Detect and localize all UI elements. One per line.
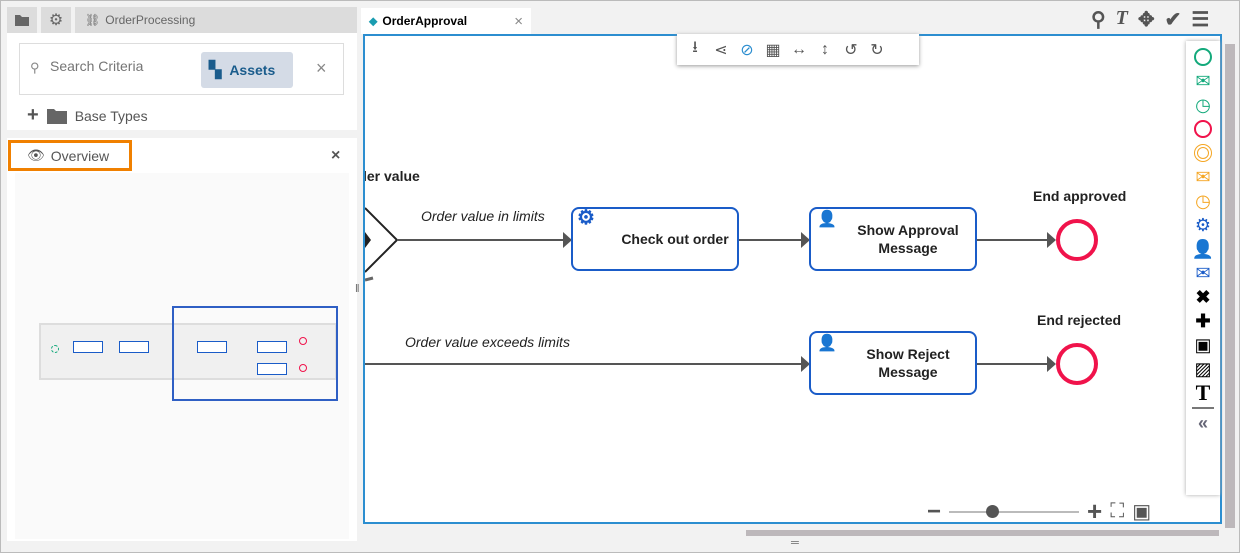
folder-tab[interactable] [7,7,37,33]
user-icon: 👤 [817,335,837,352]
timer-intermediate-event-icon[interactable]: ◷ [1191,189,1215,213]
collapse-icon[interactable]: « [1191,411,1215,435]
hide-icon[interactable]: ⊘ [737,40,757,60]
task-show-reject[interactable]: 👤 Show Reject Message [809,331,977,395]
search-input[interactable] [50,58,210,74]
end-event-rejected[interactable] [1056,343,1098,385]
message-start-event-icon[interactable]: ✉ [1191,69,1215,93]
expand-icon[interactable]: + [27,104,39,127]
text-icon[interactable]: T [1116,7,1128,32]
assets-icon: ▚ [209,62,222,79]
assets-button[interactable]: ▚ Assets [201,52,293,88]
zoom-controls: − + ⛶ ▣ [927,496,1151,523]
viewport-rect[interactable] [172,306,338,401]
end-event-label: End approved [1033,188,1127,204]
zoom-in-button[interactable]: + [1087,496,1102,522]
bottom-splitter-handle[interactable]: ═ [791,537,799,549]
parallel-gateway-icon[interactable]: ✚ [1191,309,1215,333]
close-overview-button[interactable]: × [331,147,340,165]
image-icon[interactable]: ▨ [1191,357,1215,381]
share-icon[interactable]: ⋖ [711,40,731,60]
horizontal-scrollbar-thumb[interactable] [746,530,1219,536]
flow-label: Order value in limits [421,208,545,224]
zoom-slider[interactable] [949,504,1080,518]
flow-lines [365,207,1056,372]
fit-width-icon[interactable]: ↔ [789,41,809,59]
clear-search-button[interactable]: × [316,58,327,79]
exclusive-gateway-icon[interactable]: ✖ [1191,285,1215,309]
fullscreen-icon[interactable]: ⛶ [1110,500,1124,522]
overview-minimap [15,173,349,539]
search-box: ⚲ × [19,43,344,95]
zoom-out-button[interactable]: − [927,498,941,523]
splitter-handle[interactable]: ‖ [355,283,360,295]
fit-height-icon[interactable]: ↕ [815,41,835,59]
timer-start-event-icon[interactable]: ◷ [1191,93,1215,117]
move-icon[interactable]: ✥ [1138,7,1155,32]
folder-icon [46,108,67,124]
end-event-icon[interactable] [1191,117,1215,141]
user-icon: 👤 [817,211,837,228]
fit-icon[interactable]: ▣ [1132,499,1151,522]
list-icon[interactable]: ☰ [1191,7,1209,32]
overview-header: 👁 Overview [8,140,132,171]
text-icon[interactable]: T [1191,380,1215,405]
start-event-icon[interactable] [1191,45,1215,69]
process-icon: ⛓ [85,13,101,27]
gateway-marker [365,232,371,248]
tab-order-approval[interactable]: ⬥ OrderApproval × [361,8,531,34]
message-task-icon[interactable]: ✉ [1191,261,1215,285]
service-task-icon[interactable]: ⚙ [1191,213,1215,237]
diagram-toolbar: ⭳ ⋖ ⊘ ▦ ↔ ↕ ↺ ↻ [677,34,919,65]
contact-image-icon[interactable]: ▣ [1191,333,1215,357]
zoom-slider-knob[interactable] [985,504,999,518]
search-icon[interactable]: ⚲ [1091,7,1106,32]
task-show-approval[interactable]: 👤 Show Approval Message [809,207,977,271]
diagram-canvas[interactable]: ler value Order value in limits Order va… [363,34,1222,524]
folder-icon [15,15,29,26]
undo-icon[interactable]: ↺ [841,40,861,60]
end-event-label: End rejected [1037,312,1122,328]
gear-icon: ⚙ [577,207,595,229]
layout-icon[interactable]: ▦ [763,40,783,60]
end-event-approved[interactable] [1056,219,1098,261]
settings-tab[interactable]: ⚙ [41,7,71,33]
element-palette: ✉ ◷ ✉ ◷ ⚙ 👤 ✉ ✖ ✚ ▣ ▨ T « [1186,41,1220,495]
task-check-out-order[interactable]: ⚙ Check out order [571,207,739,271]
project-tab[interactable]: ⛓ OrderProcessing [75,7,357,33]
user-task-icon[interactable]: 👤 [1191,237,1215,261]
process-icon: ⬥ [369,13,378,28]
export-icon[interactable]: ⭳ [685,36,705,63]
eye-icon: 👁 [27,147,45,163]
message-intermediate-event-icon[interactable]: ✉ [1191,165,1215,189]
vertical-scrollbar[interactable] [1223,34,1237,540]
tree-item-base-types[interactable]: + Base Types [27,104,148,127]
gear-icon: ⚙ [48,12,64,29]
redo-icon[interactable]: ↻ [867,40,887,60]
search-icon: ⚲ [30,60,40,75]
intermediate-event-icon[interactable] [1191,141,1215,165]
close-tab-button[interactable]: × [514,13,523,30]
gateway-label: ler value [363,168,420,184]
flow-label: Order value exceeds limits [405,334,570,350]
validate-icon[interactable]: ✔ [1165,7,1182,32]
